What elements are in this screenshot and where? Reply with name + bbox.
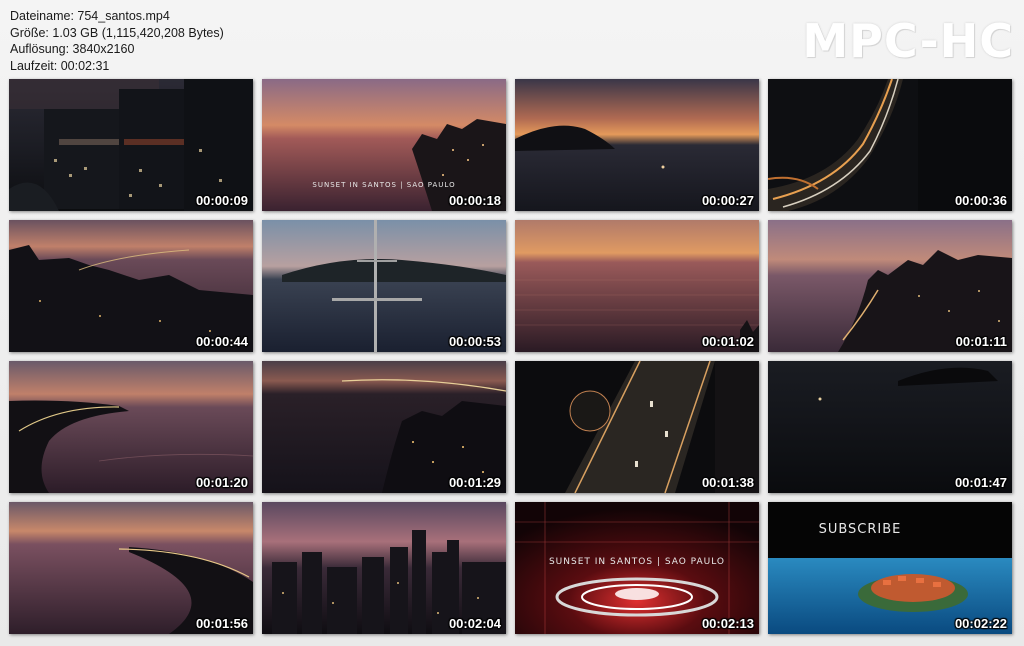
timestamp-9: 00:01:20 [195,475,248,490]
thumbnail-5[interactable]: 00:00:44 [9,220,253,352]
thumbnail-11-image [515,361,759,493]
timestamp-11: 00:01:38 [701,475,754,490]
timestamp-5: 00:00:44 [195,334,248,349]
duration-label: Laufzeit: 00:02:31 [10,58,110,73]
thumbnail-9-image [9,361,253,493]
timestamp-13: 00:01:56 [195,616,248,631]
timestamp-8: 00:01:11 [955,334,1007,349]
thumbnail-2[interactable]: SUNSET IN SANTOS | SAO PAULO 00:00:18 [262,79,506,211]
timestamp-12: 00:01:47 [954,475,1007,490]
thumbnail-14[interactable]: 00:02:04 [262,502,506,634]
timestamp-4: 00:00:36 [954,193,1007,208]
thumbnail-7-image [515,220,759,352]
caption-2: SUNSET IN SANTOS | SAO PAULO [312,181,456,189]
timestamp-6: 00:00:53 [448,334,501,349]
file-info-panel: Dateiname: 754_santos.mp4 Größe: 1.03 GB… [10,8,224,74]
thumbnail-14-image [262,502,506,634]
file-name-label: Dateiname: 754_santos.mp4 [10,9,170,23]
thumbnail-4-image [768,79,1012,211]
caption-15: SUNSET IN SANTOS | SAO PAULO [548,557,726,567]
thumbnail-8-image [768,220,1012,352]
thumbnail-8[interactable]: 00:01:11 [768,220,1012,352]
thumbnail-5-image [9,220,253,352]
caption-16: SUBSCRIBE [818,522,902,537]
thumbnail-15-image [515,502,759,634]
thumbnail-grid: 00:00:09 SUNSET IN SANTOS | SAO PAULO 00… [9,79,1012,634]
timestamp-14: 00:02:04 [448,616,501,631]
thumbnail-6-image [262,220,506,352]
thumbnail-7[interactable]: 00:01:02 [515,220,759,352]
timestamp-2: 00:00:18 [448,193,501,208]
thumbnail-13[interactable]: 00:01:56 [9,502,253,634]
thumbnail-3-image [515,79,759,211]
thumbnail-10[interactable]: 00:01:29 [262,361,506,493]
timestamp-15: 00:02:13 [701,616,754,631]
file-size-label: Größe: 1.03 GB (1,115,420,208 Bytes) [10,25,224,40]
thumbnail-12[interactable]: 00:01:47 [768,361,1012,493]
thumbnail-16[interactable]: SUBSCRIBE 00:02:22 [768,502,1012,634]
timestamp-3: 00:00:27 [701,193,754,208]
timestamp-7: 00:01:02 [701,334,754,349]
mpc-hc-logo: MPC-HC [802,14,1014,68]
thumbnail-3[interactable]: 00:00:27 [515,79,759,211]
timestamp-16: 00:02:22 [954,616,1007,631]
thumbnail-6[interactable]: 00:00:53 [262,220,506,352]
thumbnail-2-image [262,79,506,211]
timestamp-10: 00:01:29 [448,475,501,490]
thumbnail-11[interactable]: 00:01:38 [515,361,759,493]
thumbnail-13-image [9,502,253,634]
timestamp-1: 00:00:09 [195,193,248,208]
thumbnail-10-image [262,361,506,493]
resolution-label: Auflösung: 3840x2160 [10,42,135,56]
thumbnail-9[interactable]: 00:01:20 [9,361,253,493]
thumbnail-4[interactable]: 00:00:36 [768,79,1012,211]
thumbnail-15[interactable]: SUNSET IN SANTOS | SAO PAULO 00:02:13 [515,502,759,634]
thumbnail-12-image [768,361,1012,493]
thumbnail-1-image [9,79,253,211]
thumbnail-1[interactable]: 00:00:09 [9,79,253,211]
